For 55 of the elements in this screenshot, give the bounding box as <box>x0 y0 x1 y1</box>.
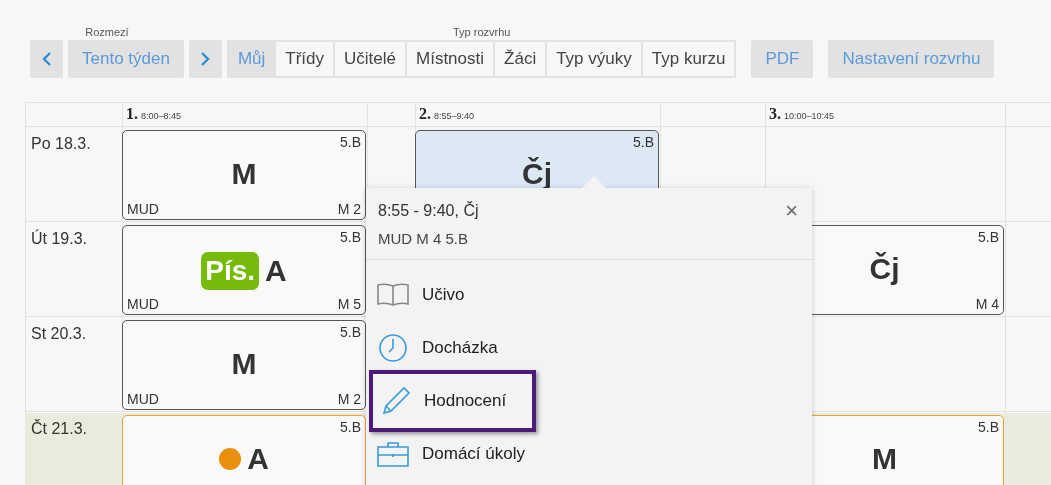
class-label: 5.B <box>633 134 654 150</box>
timetable-type-tab[interactable]: Učitelé <box>335 42 405 76</box>
close-button[interactable]: × <box>783 198 800 224</box>
day-label: Po 18.3. <box>30 134 92 154</box>
subject-label: M <box>231 347 257 381</box>
room-label: M 2 <box>337 201 361 217</box>
class-label: 5.B <box>340 324 361 340</box>
chevron-right-icon <box>200 52 211 66</box>
lesson-card[interactable]: 5.B A <box>122 415 366 485</box>
room-label: M 4 <box>975 296 999 312</box>
popup-menu-item[interactable]: Hodnocení <box>369 370 537 432</box>
timetable-type-label: Typ rozvrhu <box>452 25 511 40</box>
lesson-card[interactable]: 5.B Pís. A MUD M 5 <box>122 225 366 315</box>
day-label: St 20.3. <box>30 324 88 344</box>
subject-label: M <box>231 157 257 191</box>
teacher-label: MUD <box>127 201 159 217</box>
day-label: Čt 21.3. <box>30 418 89 439</box>
timetable-type-tab[interactable]: Žáci <box>495 42 546 76</box>
day-label: Út 19.3. <box>30 228 89 249</box>
period-time: 10:00–10:45 <box>784 111 835 121</box>
teacher-label: MUD <box>127 296 159 312</box>
briefcase-icon <box>376 439 410 468</box>
subject-label: A <box>247 442 269 476</box>
timetable-type-tab[interactable]: Třídy <box>276 42 334 76</box>
class-label: 5.B <box>340 419 361 435</box>
period-time: 8:00–8:45 <box>141 111 182 121</box>
period-time: 8:55–9:40 <box>434 111 475 121</box>
test-badge: Pís. <box>201 252 260 290</box>
lesson-card[interactable]: 5.B M MUD M 2 <box>122 130 366 220</box>
popup-subtitle: MUD M 4 5.B <box>378 230 469 247</box>
timetable-type-tab[interactable]: Typ výuky <box>547 42 641 76</box>
class-label: 5.B <box>340 134 361 150</box>
teacher-label: MUD <box>127 391 159 407</box>
period-number: 2. <box>419 105 431 122</box>
period-number: 1. <box>126 105 138 122</box>
period-number: 3. <box>769 105 781 122</box>
subject-label: M <box>872 442 897 476</box>
subject-label: Čj <box>869 252 900 286</box>
chevron-left-icon <box>41 52 52 66</box>
next-week-button[interactable] <box>188 40 222 78</box>
subject-label: A <box>265 254 287 288</box>
clock-icon <box>376 332 410 363</box>
lesson-card[interactable]: 5.B M MUD M 2 <box>122 320 366 410</box>
class-label: 5.B <box>340 229 361 245</box>
popup-menu-item[interactable]: Učivo <box>366 268 475 321</box>
room-label: M 5 <box>337 296 361 312</box>
range-label: Rozmezí <box>85 25 129 40</box>
class-label: 5.B <box>978 229 999 245</box>
book-icon <box>376 281 410 308</box>
timetable-type-tab[interactable]: Místnosti <box>407 42 494 76</box>
class-label: 5.B <box>978 419 999 435</box>
room-label: M 2 <box>337 391 361 407</box>
previous-week-button[interactable] <box>30 40 63 78</box>
timetable-type-tab[interactable]: Typ kurzu <box>642 42 735 76</box>
subject-label: Čj <box>522 157 552 191</box>
